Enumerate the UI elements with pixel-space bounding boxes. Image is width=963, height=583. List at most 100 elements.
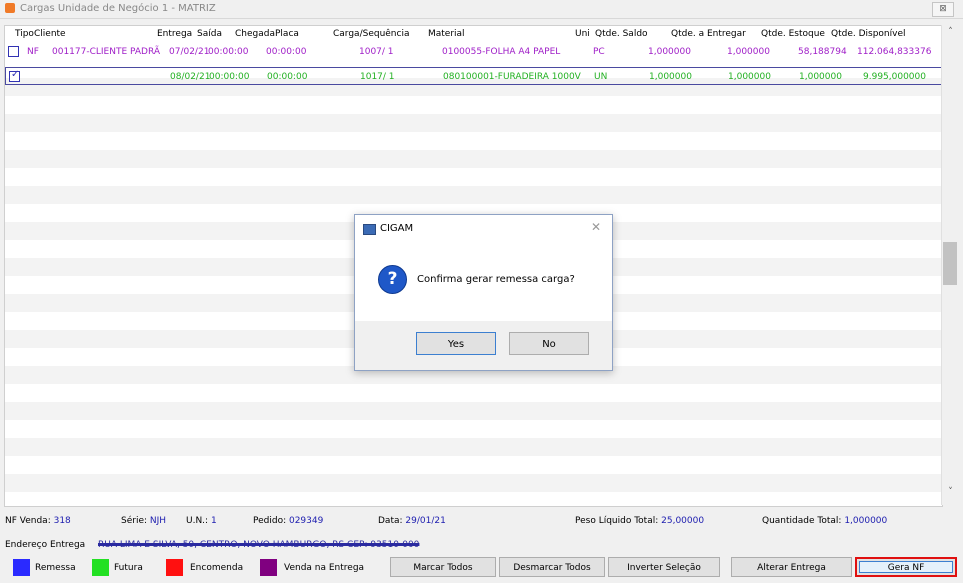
dialog-body: CIGAM ✕ ? Confirma gerar remessa carga? [355, 215, 612, 321]
cell-chegada: 00:00:00 [267, 72, 308, 82]
legend-remessa-label: Remessa [35, 563, 76, 573]
grid-empty-row [5, 186, 942, 204]
close-icon[interactable]: ✕ [591, 220, 601, 234]
question-icon: ? [378, 265, 407, 294]
confirm-dialog: CIGAM ✕ ? Confirma gerar remessa carga? … [354, 214, 613, 371]
pedido-value: 029349 [288, 516, 324, 526]
grid-empty-row [5, 438, 942, 456]
nf-venda-label: NF Venda: [5, 516, 51, 526]
table-row[interactable]: ✓ 08/02/21 00:00:00 00:00:00 1017/ 1 080… [5, 67, 942, 85]
data-field: Data: 29/01/21 [378, 516, 446, 526]
nf-venda-field: NF Venda: 318 [5, 516, 71, 526]
cell-qtde-disponivel: 112.064,833376 [857, 47, 932, 57]
cell-carga-sequencia: 1017/ 1 [360, 72, 395, 82]
marcar-todos-button[interactable]: Marcar Todos [390, 557, 496, 577]
cell-saida: 00:00:00 [208, 47, 249, 57]
col-header-carga-sequencia[interactable]: Carga/Sequência [333, 29, 409, 39]
legend-venda-na-entrega-label: Venda na Entrega [284, 563, 365, 573]
un-label: U.N.: [186, 516, 209, 526]
scrollbar-thumb[interactable] [943, 242, 957, 285]
row-checkbox[interactable] [8, 46, 19, 57]
dialog-message: Confirma gerar remessa carga? [417, 274, 575, 285]
cell-uni: PC [593, 47, 605, 57]
legend-futura-label: Futura [114, 563, 143, 573]
grid-empty-row [5, 402, 942, 420]
checkmark-icon: ✓ [11, 69, 20, 80]
cell-qtde-estoque: 58,188794 [798, 47, 847, 57]
window-close-button[interactable]: ⊠ [932, 2, 954, 17]
window-title: Cargas Unidade de Negócio 1 - MATRIZ [20, 3, 216, 14]
legend-encomenda-swatch [166, 559, 183, 576]
cell-cliente: 001177-CLIENTE PADRÃ [52, 47, 161, 57]
cell-qtde-estoque: 1,000000 [799, 72, 842, 82]
pedido-field: Pedido: 029349 [253, 516, 323, 526]
grid-empty-row [5, 474, 942, 492]
desmarcar-todos-button[interactable]: Desmarcar Todos [499, 557, 605, 577]
col-header-qtde-entregar[interactable]: Qtde. a Entregar [671, 29, 746, 39]
yes-button[interactable]: Yes [416, 332, 496, 355]
col-header-qtde-disponivel[interactable]: Qtde. Disponível [831, 29, 906, 39]
un-value: 1 [210, 516, 217, 526]
col-header-qtde-estoque[interactable]: Qtde. Estoque [761, 29, 825, 39]
cell-qtde-entregar: 1,000000 [727, 47, 770, 57]
row-checkbox[interactable]: ✓ [9, 69, 20, 82]
col-header-tipo[interactable]: Tipo [15, 29, 34, 39]
data-value: 29/01/21 [405, 516, 446, 526]
scroll-up-icon[interactable]: ˄ [942, 27, 959, 41]
col-header-uni[interactable]: Uni [575, 29, 590, 39]
cell-tipo: NF [27, 47, 39, 57]
title-bar: Cargas Unidade de Negócio 1 - MATRIZ ⊠ [0, 0, 963, 19]
legend-venda-na-entrega-swatch [260, 559, 277, 576]
nf-venda-value: 318 [53, 516, 71, 526]
endereco-entrega-value: RUA LIMA E SILVA, 50, CENTRO, NOVO HAMBU… [98, 540, 420, 550]
endereco-entrega-label: Endereço Entrega [5, 540, 86, 550]
un-field: U.N.: 1 [186, 516, 217, 526]
cell-entrega: 08/02/21 [170, 72, 211, 82]
grid-scrollbar[interactable]: ˄ ˅ [941, 25, 959, 505]
serie-field: Série: NJH [121, 516, 166, 526]
pedido-label: Pedido: [253, 516, 287, 526]
cell-carga-sequencia: 1007/ 1 [359, 47, 394, 57]
app-icon [5, 3, 15, 13]
alterar-entrega-button[interactable]: Alterar Entrega [731, 557, 852, 577]
peso-liquido-field: Peso Líquido Total: 25,00000 [575, 516, 704, 526]
legend-remessa-swatch [13, 559, 30, 576]
dialog-title: CIGAM [380, 223, 414, 234]
cell-chegada: 00:00:00 [266, 47, 307, 57]
cell-qtde-saldo: 1,000000 [649, 72, 692, 82]
col-header-placa[interactable]: Placa [275, 29, 299, 39]
quantidade-total-field: Quantidade Total: 1,000000 [762, 516, 887, 526]
cell-saida: 00:00:00 [209, 72, 250, 82]
grid-empty-row [5, 150, 942, 168]
gera-nf-button[interactable]: Gera NF [855, 557, 957, 577]
cell-material: 0100055-FOLHA A4 PAPEL [442, 47, 561, 57]
quantidade-total-label: Quantidade Total: [762, 516, 842, 526]
grid-header: Tipo Cliente Entrega Saída Chegada Placa… [5, 26, 942, 42]
cell-qtde-saldo: 1,000000 [648, 47, 691, 57]
grid-empty-row [5, 114, 942, 132]
legend-futura-swatch [92, 559, 109, 576]
no-button[interactable]: No [509, 332, 589, 355]
cell-qtde-disponivel: 9.995,000000 [863, 72, 926, 82]
cell-entrega: 07/02/21 [169, 47, 210, 57]
legend-encomenda-label: Encomenda [190, 563, 244, 573]
app-window-icon [363, 224, 376, 235]
cell-material: 080100001-FURADEIRA 1000V [443, 72, 581, 82]
gera-nf-label: Gera NF [859, 561, 953, 573]
scroll-down-icon[interactable]: ˅ [942, 487, 959, 501]
col-header-chegada[interactable]: Chegada [235, 29, 275, 39]
cell-uni: UN [594, 72, 608, 82]
col-header-saida[interactable]: Saída [197, 29, 222, 39]
peso-liquido-label: Peso Líquido Total: [575, 516, 659, 526]
col-header-cliente[interactable]: Cliente [34, 29, 66, 39]
col-header-material[interactable]: Material [428, 29, 465, 39]
peso-liquido-value: 25,00000 [661, 516, 705, 526]
table-row[interactable]: NF 001177-CLIENTE PADRÃ 07/02/21 00:00:0… [5, 43, 942, 61]
quantidade-total-value: 1,000000 [844, 516, 888, 526]
col-header-entrega[interactable]: Entrega [157, 29, 192, 39]
cell-qtde-entregar: 1,000000 [728, 72, 771, 82]
serie-label: Série: [121, 516, 148, 526]
serie-value: NJH [149, 516, 167, 526]
col-header-qtde-saldo[interactable]: Qtde. Saldo [595, 29, 648, 39]
inverter-selecao-button[interactable]: Inverter Seleção [608, 557, 720, 577]
